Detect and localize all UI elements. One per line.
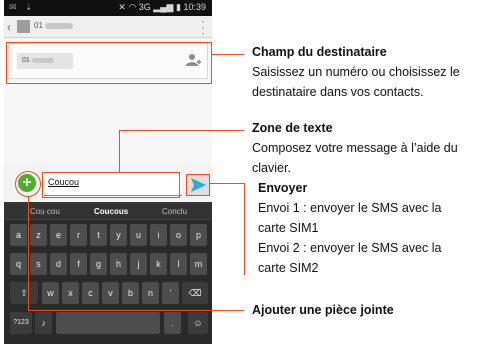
key-m[interactable]: m xyxy=(190,253,207,275)
annotation-recipient-line1: Saisissez un numéro ou choisissez le xyxy=(252,65,460,79)
microphone-icon[interactable]: ♪ xyxy=(35,312,52,334)
key-f[interactable]: f xyxy=(70,253,87,275)
key-l[interactable]: l xyxy=(170,253,187,275)
wifi-icon: ◠ xyxy=(128,2,137,12)
annotation-attachment-title: Ajouter une pièce jointe xyxy=(252,303,394,317)
key-u[interactable]: u xyxy=(130,224,147,246)
key-y[interactable]: y xyxy=(110,224,127,246)
annotation-recipient-title: Champ du destinataire xyxy=(252,45,387,59)
signal-icon: ▂▄▆ xyxy=(153,2,174,12)
back-icon[interactable]: ‹ xyxy=(7,20,11,34)
send-connector-v xyxy=(244,183,245,275)
key-d[interactable]: d xyxy=(50,253,67,275)
key-x[interactable]: x xyxy=(62,282,79,304)
text-area-connector-v xyxy=(119,130,120,172)
blurred-number xyxy=(44,22,73,29)
avatar[interactable] xyxy=(17,20,30,33)
annotation-send-line2: carte SIM1 xyxy=(258,221,319,235)
key-j[interactable]: j xyxy=(130,253,147,275)
annotation-send-line4: carte SIM2 xyxy=(258,261,319,275)
space-bar[interactable] xyxy=(56,312,160,334)
key-i[interactable]: i xyxy=(150,224,167,246)
key-e[interactable]: e xyxy=(50,224,67,246)
key-h[interactable]: h xyxy=(110,253,127,275)
backspace-key[interactable]: ⌫ xyxy=(182,282,208,304)
recipient-connector xyxy=(212,54,244,55)
status-bar: ✉ ⇣ ✕ ◠ 3G ▂▄▆ ▮ 10:39 xyxy=(4,0,212,16)
network-label: 3G xyxy=(138,2,151,12)
key-r[interactable]: r xyxy=(70,224,87,246)
attach-connector-h xyxy=(28,310,244,311)
annotation-text-area-title: Zone de texte xyxy=(252,121,333,135)
shift-key[interactable]: ⇧ xyxy=(10,282,38,304)
key-t[interactable]: t xyxy=(90,224,107,246)
key-n[interactable]: n xyxy=(142,282,159,304)
annotation-text-area: Zone de texte Composez votre message à l… xyxy=(252,118,458,178)
annotation-text-area-line1: Composez votre message à l’aide du xyxy=(252,141,458,155)
key-g[interactable]: g xyxy=(90,253,107,275)
annotation-recipient: Champ du destinataire Saisissez un numér… xyxy=(252,42,460,102)
key-z[interactable]: z xyxy=(30,224,47,246)
keyboard: Cou cou Coucous Conclu a z e r t y u i o… xyxy=(4,202,212,344)
key-w[interactable]: w xyxy=(42,282,59,304)
annotation-send-title: Envoyer xyxy=(258,181,308,195)
key-v[interactable]: v xyxy=(102,282,119,304)
annotation-text-area-line2: clavier. xyxy=(252,161,291,175)
key-q[interactable]: q xyxy=(10,253,27,275)
bluetooth-icon: ✕ xyxy=(118,2,126,12)
notification-icons: ✉ ⇣ xyxy=(9,2,36,12)
annotation-recipient-line2: destinataire dans vos contacts. xyxy=(252,85,424,99)
key-c[interactable]: c xyxy=(82,282,99,304)
key-b[interactable]: b xyxy=(122,282,139,304)
battery-icon: ▮ xyxy=(176,2,181,12)
key-s[interactable]: s xyxy=(30,253,47,275)
suggestion-1[interactable]: Cou cou xyxy=(30,207,60,216)
annotation-attachment: Ajouter une pièce jointe xyxy=(252,300,394,320)
symbols-key[interactable]: ?123 xyxy=(10,312,32,334)
attach-connector-v xyxy=(28,197,29,310)
emoji-icon[interactable]: ☺ xyxy=(188,312,208,334)
recipient-highlight xyxy=(6,42,212,84)
app-bar: ‹ 01 · · · xyxy=(4,15,212,39)
key-period[interactable]: . xyxy=(164,312,181,334)
conversation-title: 01 xyxy=(34,21,73,30)
key-apostrophe[interactable]: ' xyxy=(162,282,179,304)
overflow-menu-icon[interactable]: · · · xyxy=(201,15,205,39)
text-area-highlight xyxy=(42,172,180,198)
annotation-send: Envoyer Envoi 1 : envoyer le SMS avec la… xyxy=(258,178,441,278)
annotation-send-line3: Envoi 2 : envoyer le SMS avec la xyxy=(258,241,442,255)
key-k[interactable]: k xyxy=(150,253,167,275)
send-highlight xyxy=(186,174,210,196)
suggestion-3[interactable]: Conclu xyxy=(162,207,187,216)
annotation-send-line1: Envoi 1 : envoyer le SMS avec la xyxy=(258,201,442,215)
suggestion-2[interactable]: Coucous xyxy=(94,207,128,216)
key-o[interactable]: o xyxy=(170,224,187,246)
attach-highlight xyxy=(15,171,41,197)
suggestion-strip: Cou cou Coucous Conclu xyxy=(4,202,212,220)
key-a[interactable]: a xyxy=(10,224,27,246)
status-time: 10:39 xyxy=(183,2,206,12)
text-area-connector-h xyxy=(119,130,244,131)
key-p[interactable]: p xyxy=(190,224,207,246)
send-connector-h xyxy=(210,183,244,184)
